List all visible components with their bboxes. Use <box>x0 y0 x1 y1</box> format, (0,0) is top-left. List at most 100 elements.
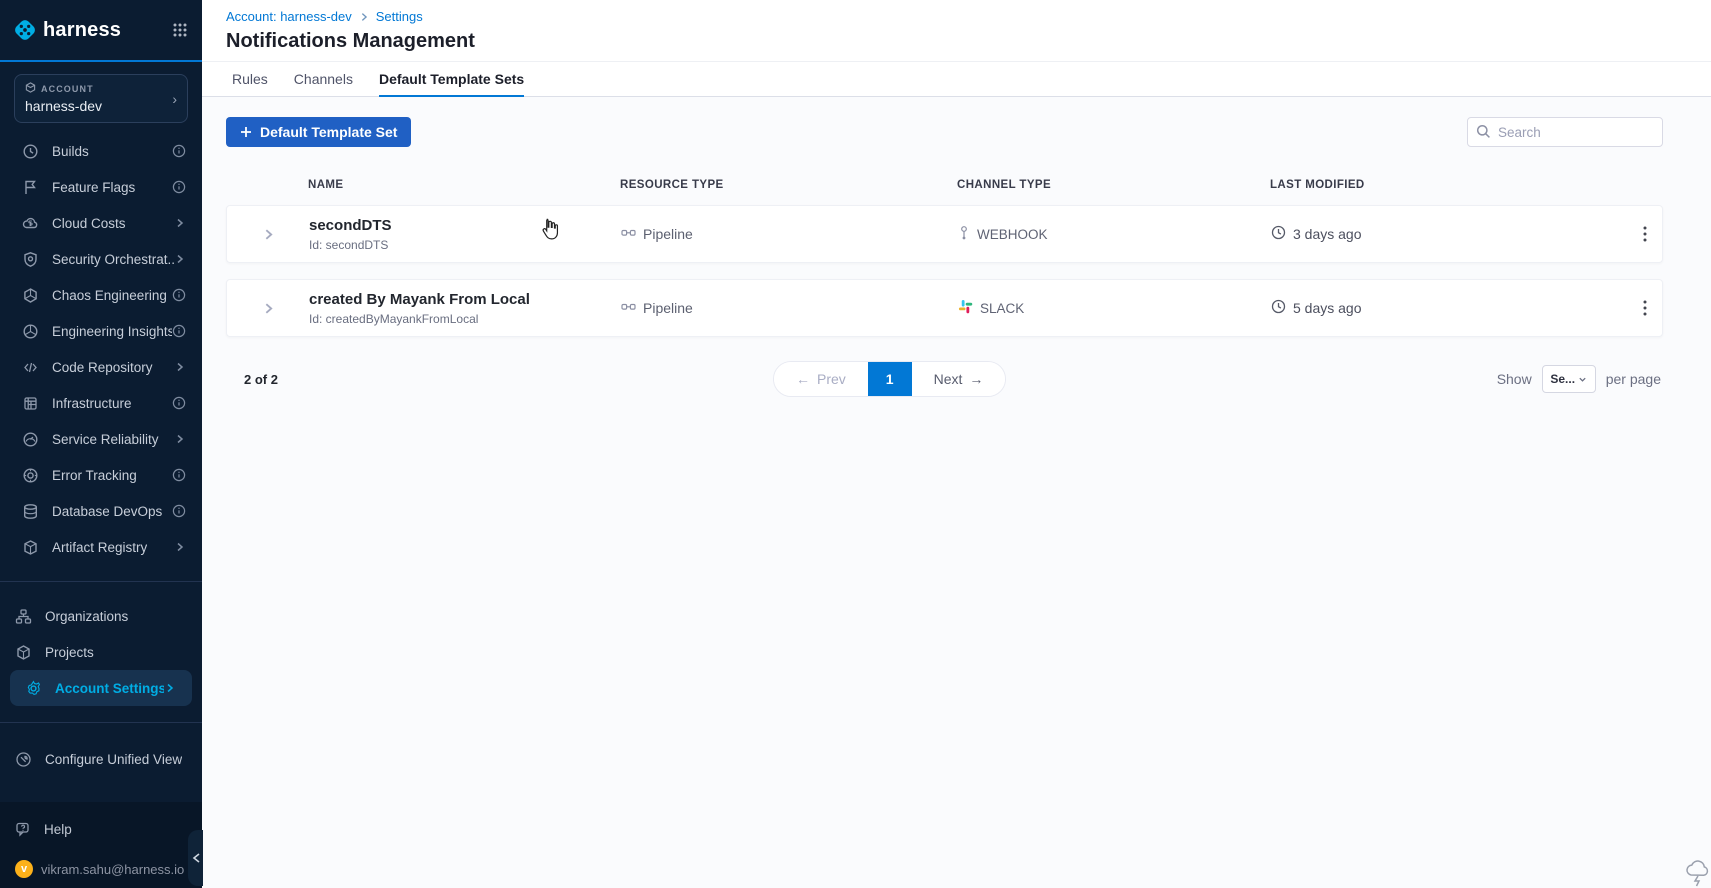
info-icon[interactable] <box>172 396 186 410</box>
row-expander-icon[interactable] <box>227 302 309 315</box>
plus-icon <box>241 127 251 137</box>
chevron-right-icon <box>174 253 186 265</box>
error-tracking-icon <box>22 467 39 484</box>
chevron-right-icon <box>359 12 369 22</box>
page-1-button[interactable]: 1 <box>867 362 912 396</box>
sidebar-nav-tertiary: Configure Unified View <box>0 741 202 777</box>
code-repository-icon <box>22 359 39 376</box>
sidebar-item-database-devops[interactable]: Database DevOps <box>0 493 202 529</box>
sidebar-item-feature-flags[interactable]: Feature Flags <box>0 169 202 205</box>
shield-icon <box>22 251 39 268</box>
info-icon[interactable] <box>172 468 186 482</box>
account-value: harness-dev <box>25 98 103 114</box>
row-id: Id: secondDTS <box>309 237 389 252</box>
chevron-down-icon <box>1579 377 1586 382</box>
last-modified-value: 5 days ago <box>1293 300 1362 316</box>
wrench-icon <box>15 751 32 768</box>
page-header: Account: harness-dev Settings Notificati… <box>202 0 1711 62</box>
table-row[interactable]: created By Mayank From Local Id: created… <box>226 279 1663 337</box>
search-input[interactable] <box>1467 117 1663 147</box>
sidebar-item-projects[interactable]: Projects <box>0 634 202 670</box>
new-default-template-set-button[interactable]: Default Template Set <box>226 117 412 147</box>
resource-type-value: Pipeline <box>643 226 693 242</box>
row-menu-button[interactable] <box>1628 226 1662 242</box>
chevron-right-icon: › <box>172 91 177 107</box>
results-summary: 2 of 2 <box>244 371 278 387</box>
webhook-icon <box>958 225 970 244</box>
breadcrumb: Account: harness-dev Settings <box>226 9 1711 24</box>
sidebar-item-organizations[interactable]: Organizations <box>0 598 202 634</box>
account-label: ACCOUNT <box>41 83 94 94</box>
sidebar-item-security-orchestration[interactable]: Security Orchestrat... <box>0 241 202 277</box>
info-icon[interactable] <box>172 144 186 158</box>
last-modified-value: 3 days ago <box>1293 226 1362 242</box>
column-header-channel-type: CHANNEL TYPE <box>957 179 1052 191</box>
sidebar-item-cloud-costs[interactable]: Cloud Costs <box>0 205 202 241</box>
sidebar-item-artifact-registry[interactable]: Artifact Registry <box>0 529 202 565</box>
organizations-icon <box>15 608 32 625</box>
sidebar-nav: Builds Feature Flags Cloud Costs Securit… <box>0 133 202 565</box>
sidebar-item-builds[interactable]: Builds <box>0 133 202 169</box>
user-account-row[interactable]: v vikram.sahu@harness.io <box>0 856 202 882</box>
sidebar-item-infrastructure[interactable]: Infrastructure <box>0 385 202 421</box>
pipeline-icon <box>621 226 636 242</box>
tab-rules[interactable]: Rules <box>232 62 268 96</box>
avatar: v <box>15 860 33 878</box>
row-name: created By Mayank From Local <box>309 290 530 308</box>
chevron-right-icon <box>174 361 186 373</box>
gear-icon <box>25 680 42 697</box>
sidebar-divider <box>0 581 202 582</box>
help-chat-icon <box>15 821 32 838</box>
sidebar-collapse-handle[interactable] <box>188 830 203 886</box>
builds-icon <box>22 143 39 160</box>
info-icon[interactable] <box>172 324 186 338</box>
sidebar-item-account-settings[interactable]: Account Settings <box>10 670 192 706</box>
app-grid-icon[interactable] <box>172 22 188 38</box>
account-switcher[interactable]: ACCOUNT harness-dev › <box>14 74 188 123</box>
tab-channels[interactable]: Channels <box>294 62 353 96</box>
breadcrumb-settings-link[interactable]: Settings <box>376 9 423 24</box>
row-menu-button[interactable] <box>1628 300 1662 316</box>
channel-type-value: WEBHOOK <box>977 226 1048 242</box>
chevron-right-icon <box>174 433 186 445</box>
row-expander-icon[interactable] <box>227 228 309 241</box>
sidebar-item-configure-unified-view[interactable]: Configure Unified View <box>0 741 202 777</box>
prev-page-button[interactable]: ← Prev <box>774 362 868 396</box>
page-title: Notifications Management <box>226 30 475 52</box>
search-box <box>1467 117 1663 147</box>
sidebar-item-chaos-engineering[interactable]: Chaos Engineering <box>0 277 202 313</box>
toolbar: Default Template Set <box>226 117 1663 147</box>
sidebar-item-engineering-insights[interactable]: Engineering Insights <box>0 313 202 349</box>
next-page-button[interactable]: Next → <box>911 362 1006 396</box>
logo-row: harness <box>0 0 202 60</box>
sidebar-item-code-repository[interactable]: Code Repository <box>0 349 202 385</box>
pager: ← Prev 1 Next → <box>773 361 1007 397</box>
sidebar-footer: Help v vikram.sahu@harness.io <box>0 802 202 888</box>
chevron-right-icon <box>164 682 176 694</box>
info-icon[interactable] <box>172 180 186 194</box>
cloud-lightning-doodle <box>1684 858 1711 888</box>
engineering-insights-icon <box>22 323 39 340</box>
feature-flags-icon <box>22 179 39 196</box>
help-button[interactable]: Help <box>0 816 202 842</box>
breadcrumb-account-link[interactable]: Account: harness-dev <box>226 9 352 24</box>
tab-default-template-sets[interactable]: Default Template Sets <box>378 62 525 97</box>
info-icon[interactable] <box>172 288 186 302</box>
sidebar-item-error-tracking[interactable]: Error Tracking <box>0 457 202 493</box>
sidebar-item-service-reliability[interactable]: Service Reliability <box>0 421 202 457</box>
column-header-last-modified: LAST MODIFIED <box>1270 179 1365 191</box>
database-icon <box>22 503 39 520</box>
sidebar: harness ACCOUNT harness-dev › Builds Fea… <box>0 0 203 888</box>
info-icon[interactable] <box>172 504 186 518</box>
chaos-engineering-icon <box>22 287 39 304</box>
table-row[interactable]: secondDTS Id: secondDTS Pipeline WEBHOOK… <box>226 205 1663 263</box>
service-reliability-icon <box>22 431 39 448</box>
page-size-select[interactable]: Se... <box>1541 365 1596 393</box>
page-size-group: Show Se... per page <box>1497 365 1661 393</box>
row-name: secondDTS <box>309 216 392 234</box>
app: harness ACCOUNT harness-dev › Builds Fea… <box>0 0 1711 888</box>
channel-type-value: SLACK <box>980 300 1025 316</box>
pipeline-icon <box>621 300 636 316</box>
header-accent-rule <box>0 60 202 62</box>
column-header-resource-type: RESOURCE TYPE <box>620 179 724 191</box>
